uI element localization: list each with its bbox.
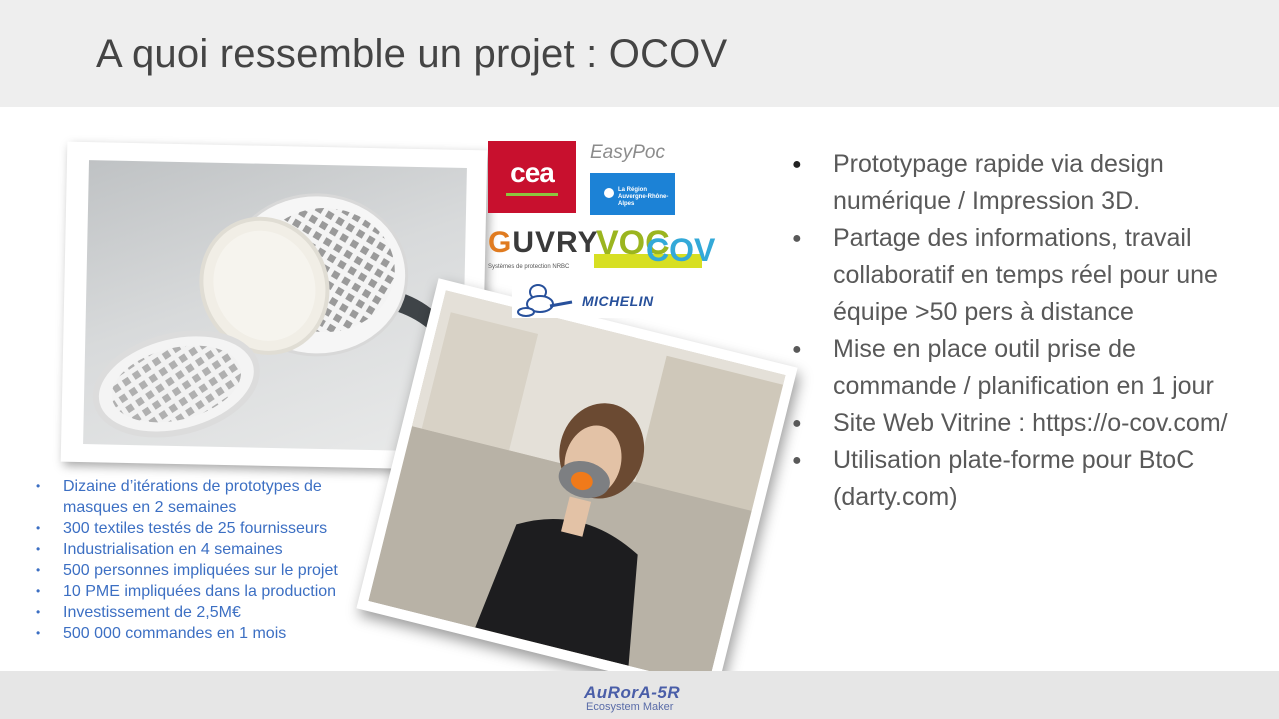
cov-text: COV [646, 232, 716, 268]
project-fact: Industrialisation en 4 semaines [36, 539, 376, 560]
key-point: Site Web Vitrine : https://o-cov.com/ [792, 405, 1262, 442]
michelin-man-icon [517, 284, 573, 317]
guvry-wordmark: GUVRY [488, 228, 599, 258]
guvry-logo: GUVRY Systèmes de protection NRBC [488, 228, 598, 276]
woman-wearing-mask-image [368, 290, 786, 686]
region-logo: La Région Auvergne-Rhône-Alpes [590, 173, 675, 215]
easypoc-logo: EasyPoc [590, 142, 665, 163]
footer-subtitle: Ecosystem Maker [586, 701, 674, 713]
region-emblem-icon [604, 188, 614, 198]
michelin-text: MICHELIN [582, 293, 654, 309]
project-facts-list: Dizaine d’itérations de prototypes de ma… [36, 476, 376, 644]
woman-illustration [368, 290, 786, 686]
cea-logo: cea [488, 141, 576, 213]
region-line-1: La Région [618, 187, 648, 193]
project-fact: 500 personnes impliquées sur le projet [36, 560, 376, 581]
michelin-logo: MICHELIN [512, 282, 672, 318]
cea-logo-underline [506, 193, 558, 196]
guvry-rest: UVRY [512, 226, 599, 259]
key-point: Prototypage rapide via design numérique … [792, 146, 1262, 220]
project-fact: 300 textiles testés de 25 fournisseurs [36, 518, 376, 539]
project-fact: Dizaine d’itérations de prototypes de ma… [36, 476, 376, 518]
footer-logo: AuRorA-5R Ecosystem Maker [584, 684, 694, 713]
voc-cov-logo: VOC COV [594, 226, 715, 278]
key-points-list: Prototypage rapide via design numérique … [792, 146, 1262, 516]
footer-brand: AuRorA-5R [584, 683, 681, 702]
project-fact: 10 PME impliquées dans la production [36, 581, 376, 602]
project-fact: Investissement de 2,5M€ [36, 602, 376, 623]
cea-logo-text: cea [510, 157, 555, 188]
key-point: Partage des informations, travail collab… [792, 220, 1262, 331]
project-fact: 500 000 commandes en 1 mois [36, 623, 376, 644]
key-point: Utilisation plate-forme pour BtoC (darty… [792, 442, 1262, 516]
woman-wearing-mask-photo [356, 278, 798, 698]
guvry-initial: G [488, 226, 513, 259]
key-point: Mise en place outil prise de commande / … [792, 331, 1262, 405]
region-line-2: Auvergne-Rhône-Alpes [618, 194, 669, 207]
region-logo-text: La Région Auvergne-Rhône-Alpes [618, 187, 675, 208]
slide-title: A quoi ressemble un projet : OCOV [96, 32, 728, 76]
guvry-tagline: Systèmes de protection NRBC [488, 264, 570, 270]
